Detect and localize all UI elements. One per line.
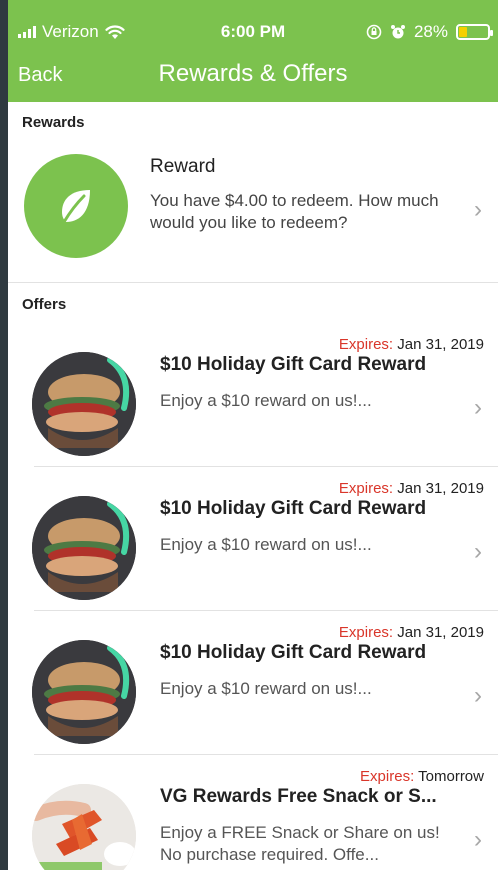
offer-title: VG Rewards Free Snack or S... bbox=[160, 786, 437, 807]
offer-image bbox=[32, 496, 136, 600]
expires-date: Jan 31, 2019 bbox=[397, 480, 484, 497]
expires-date: Jan 31, 2019 bbox=[397, 336, 484, 353]
offer-expiry: Expires: Jan 31, 2019 bbox=[339, 336, 484, 353]
offer-divider bbox=[34, 754, 498, 755]
offer-divider bbox=[34, 610, 498, 611]
expires-label: Expires: bbox=[360, 768, 415, 785]
offer-expiry: Expires: Jan 31, 2019 bbox=[339, 480, 484, 497]
offer-image bbox=[32, 784, 136, 870]
reward-title: Reward bbox=[150, 156, 216, 177]
offer-description: Enjoy a $10 reward on us!... bbox=[160, 679, 372, 698]
header-bar: Verizon 6:00 PM 28% Back Rewards & Offer… bbox=[8, 0, 498, 102]
leaf-icon bbox=[62, 190, 90, 224]
offer-description: Enjoy a $10 reward on us!... bbox=[160, 391, 372, 410]
offer-description: Enjoy a $10 reward on us!... bbox=[160, 535, 372, 554]
expires-label: Expires: bbox=[338, 624, 394, 641]
reward-card[interactable]: Reward You have $4.00 to redeem. How muc… bbox=[8, 140, 498, 282]
chevron-right-icon: › bbox=[474, 538, 482, 565]
expires-label: Expires: bbox=[338, 480, 394, 497]
reward-description: You have $4.00 to redeem. How much would… bbox=[150, 191, 439, 232]
offer-expiry: Expires: Tomorrow bbox=[360, 768, 484, 785]
section-divider bbox=[8, 282, 498, 283]
chevron-right-icon: › bbox=[474, 826, 482, 853]
lock-rotation-icon bbox=[366, 24, 382, 40]
expires-date: Tomorrow bbox=[418, 768, 484, 785]
battery-icon bbox=[456, 24, 493, 40]
reward-badge bbox=[24, 154, 128, 258]
offer-divider bbox=[34, 466, 498, 467]
offers-section-label: Offers bbox=[22, 296, 67, 313]
offer-image bbox=[32, 640, 136, 744]
offer-title: $10 Holiday Gift Card Reward bbox=[160, 498, 427, 519]
page-title: Rewards & Offers bbox=[158, 60, 348, 87]
expires-label: Expires: bbox=[338, 336, 394, 353]
rewards-section-label: Rewards bbox=[22, 114, 85, 131]
offer-expiry: Expires: Jan 31, 2019 bbox=[339, 624, 484, 641]
status-right: 28% bbox=[366, 22, 493, 42]
alarm-icon bbox=[390, 25, 405, 39]
battery-percent: 28% bbox=[413, 22, 448, 41]
offer-item[interactable]: Expires: Tomorrow VG Rewards Free Snack … bbox=[8, 764, 498, 870]
chevron-right-icon: › bbox=[474, 394, 482, 421]
offer-image bbox=[32, 352, 136, 456]
offer-item[interactable]: Expires: Jan 31, 2019 $10 Holiday Gift C… bbox=[8, 476, 498, 620]
offer-title: $10 Holiday Gift Card Reward bbox=[160, 354, 427, 375]
offer-description: Enjoy a FREE Snack or Share on us! No pu… bbox=[160, 823, 440, 864]
nav-bar: Back Rewards & Offers bbox=[8, 44, 498, 102]
chevron-right-icon: › bbox=[474, 682, 482, 709]
chevron-right-icon: › bbox=[474, 196, 482, 223]
app-screen: Verizon 6:00 PM 28% Back Rewards & Offer… bbox=[8, 0, 498, 870]
expires-date: Jan 31, 2019 bbox=[397, 624, 484, 641]
offer-item[interactable]: Expires: Jan 31, 2019 $10 Holiday Gift C… bbox=[8, 620, 498, 764]
status-bar: Verizon 6:00 PM 28% bbox=[8, 0, 498, 44]
offer-item[interactable]: Expires: Jan 31, 2019 $10 Holiday Gift C… bbox=[8, 332, 498, 476]
offer-title: $10 Holiday Gift Card Reward bbox=[160, 642, 427, 663]
